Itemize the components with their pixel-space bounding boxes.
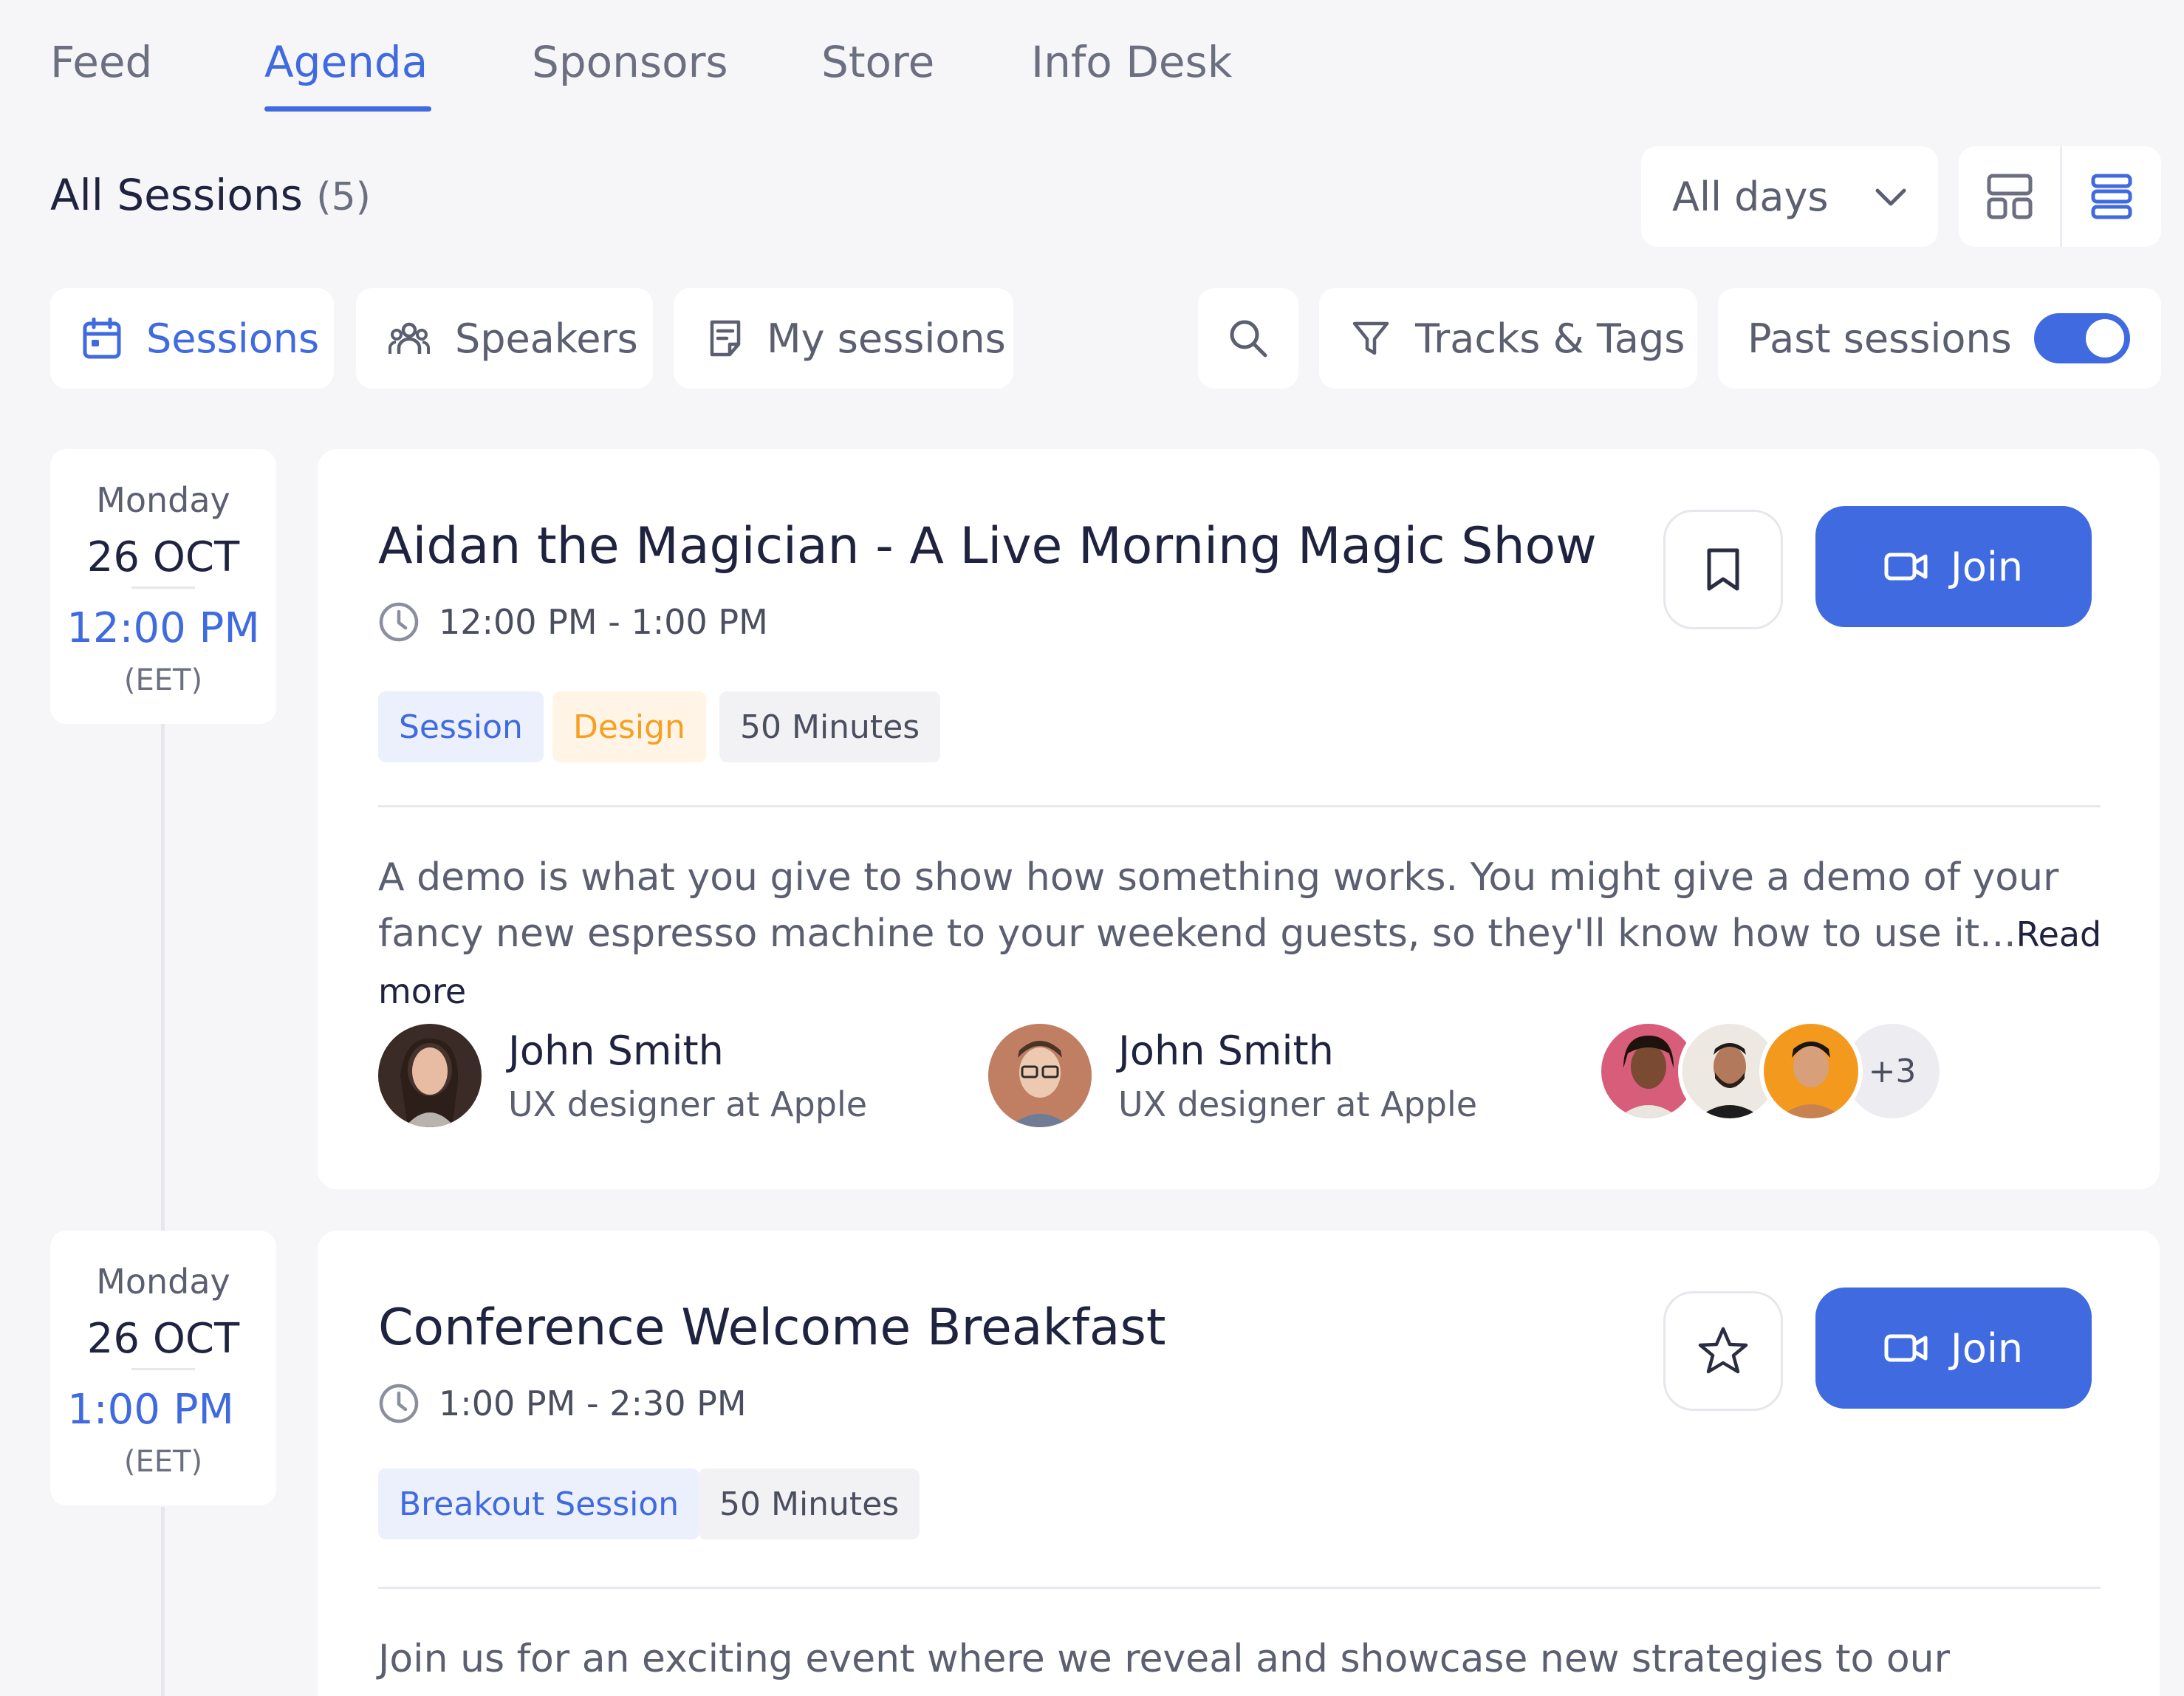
tag-duration: 50 Minutes bbox=[719, 691, 941, 762]
clock-icon bbox=[379, 602, 419, 642]
search-button[interactable] bbox=[1198, 288, 1298, 389]
speakers-filter-tab[interactable]: Speakers bbox=[356, 288, 653, 389]
date-separator bbox=[131, 587, 195, 589]
avatar bbox=[988, 1024, 1092, 1127]
session-card[interactable]: Aidan the Magician - A Live Morning Magi… bbox=[318, 449, 2160, 1189]
tab-agenda[interactable]: Agenda bbox=[264, 37, 428, 87]
tag-breakout-session: Breakout Session bbox=[378, 1468, 700, 1539]
bookmark-icon bbox=[1707, 548, 1739, 591]
my-sessions-filter-label: My sessions bbox=[767, 315, 1006, 362]
join-button[interactable]: Join bbox=[1815, 506, 2092, 627]
date-start-time: 1:00 PM bbox=[67, 1386, 234, 1434]
sessions-filter-tab[interactable]: Sessions bbox=[50, 288, 334, 389]
favorite-button[interactable] bbox=[1663, 1291, 1783, 1411]
grid-layout-icon bbox=[1987, 174, 2032, 219]
join-button[interactable]: Join bbox=[1815, 1288, 2092, 1409]
calendar-icon bbox=[83, 318, 121, 359]
sessions-filter-label: Sessions bbox=[146, 315, 320, 362]
session-time: 1:00 PM - 2:30 PM bbox=[378, 1383, 747, 1424]
timeline-line bbox=[161, 724, 165, 1234]
star-icon bbox=[1698, 1327, 1748, 1374]
session-card[interactable]: Conference Welcome Breakfast 1:00 PM - 2… bbox=[318, 1231, 2160, 1696]
bookmark-button[interactable] bbox=[1663, 510, 1783, 629]
divider bbox=[378, 805, 2101, 807]
past-sessions-toggle[interactable] bbox=[2034, 313, 2130, 363]
date-start-time: 12:00 PM bbox=[66, 604, 260, 652]
page-title-text: All Sessions bbox=[50, 170, 303, 220]
tab-feed[interactable]: Feed bbox=[50, 37, 152, 87]
timeline-line bbox=[161, 1507, 165, 1696]
people-icon bbox=[388, 321, 430, 355]
active-tab-indicator bbox=[264, 106, 431, 112]
speaker-role: UX designer at Apple bbox=[508, 1084, 868, 1124]
video-camera-icon bbox=[1884, 551, 1928, 582]
date-card: Monday 26 OCT 12:00 PM (EET) bbox=[50, 449, 276, 724]
description-text: Join us for an exciting event where we r… bbox=[378, 1637, 1950, 1681]
days-select-value: All days bbox=[1672, 173, 1829, 220]
session-title[interactable]: Aidan the Magician - A Live Morning Magi… bbox=[378, 517, 1597, 575]
session-description: Join us for an exciting event where we r… bbox=[378, 1631, 2106, 1687]
session-time-text: 12:00 PM - 1:00 PM bbox=[439, 602, 768, 642]
past-sessions-control: Past sessions bbox=[1718, 288, 2161, 389]
avatar bbox=[378, 1024, 482, 1127]
date-separator bbox=[131, 1368, 195, 1370]
my-sessions-filter-tab[interactable]: My sessions bbox=[674, 288, 1013, 389]
days-select[interactable]: All days bbox=[1641, 146, 1938, 247]
speakers-filter-label: Speakers bbox=[455, 315, 638, 362]
tag-duration: 50 Minutes bbox=[699, 1468, 920, 1539]
tab-sponsors[interactable]: Sponsors bbox=[532, 37, 728, 87]
tracks-tags-label: Tracks & Tags bbox=[1415, 315, 1685, 362]
date-card: Monday 26 OCT 1:00 PM (EET) bbox=[50, 1231, 276, 1505]
session-count: (5) bbox=[316, 175, 371, 219]
speaker[interactable]: John Smith UX designer at Apple bbox=[378, 1024, 867, 1127]
list-layout-icon bbox=[2091, 174, 2132, 219]
clock-icon bbox=[379, 1384, 419, 1423]
page-title: All Sessions (5) bbox=[50, 170, 371, 220]
date-weekday: Monday bbox=[96, 1262, 230, 1302]
session-time: 12:00 PM - 1:00 PM bbox=[378, 601, 768, 643]
toggle-knob bbox=[2086, 319, 2124, 358]
divider bbox=[378, 1587, 2101, 1589]
past-sessions-label: Past sessions bbox=[1747, 315, 2012, 362]
session-description: A demo is what you give to show how some… bbox=[378, 849, 2106, 1019]
session-time-text: 1:00 PM - 2:30 PM bbox=[439, 1384, 747, 1423]
avatar bbox=[1759, 1019, 1863, 1123]
join-label: Join bbox=[1950, 1324, 2024, 1372]
join-label: Join bbox=[1950, 543, 2024, 590]
date-weekday: Monday bbox=[96, 480, 230, 520]
filter-icon bbox=[1352, 319, 1390, 358]
video-camera-icon bbox=[1884, 1333, 1928, 1364]
chevron-down-icon bbox=[1875, 188, 1906, 206]
speaker[interactable]: John Smith UX designer at Apple bbox=[988, 1024, 1477, 1127]
speaker-role: UX designer at Apple bbox=[1118, 1084, 1478, 1124]
session-title[interactable]: Conference Welcome Breakfast bbox=[378, 1299, 1166, 1357]
speaker-name: John Smith bbox=[1118, 1027, 1334, 1074]
tab-info-desk[interactable]: Info Desk bbox=[1031, 37, 1232, 87]
date-timezone: (EET) bbox=[123, 663, 203, 697]
tag-design: Design bbox=[552, 691, 706, 762]
date-timezone: (EET) bbox=[123, 1445, 203, 1479]
search-icon bbox=[1230, 320, 1267, 358]
description-text: A demo is what you give to show how some… bbox=[378, 855, 2059, 956]
grid-view-button[interactable] bbox=[1959, 146, 2060, 247]
view-toggle bbox=[1959, 146, 2161, 247]
note-icon bbox=[709, 319, 742, 358]
speaker-name: John Smith bbox=[508, 1027, 724, 1074]
date-day: 26 OCT bbox=[86, 533, 240, 581]
tab-store[interactable]: Store bbox=[821, 37, 934, 87]
more-speakers-stack[interactable]: +3 bbox=[1597, 1019, 1944, 1123]
date-day: 26 OCT bbox=[86, 1315, 240, 1363]
tracks-tags-filter[interactable]: Tracks & Tags bbox=[1319, 288, 1697, 389]
list-view-button[interactable] bbox=[2060, 146, 2161, 247]
tag-session: Session bbox=[378, 691, 544, 762]
